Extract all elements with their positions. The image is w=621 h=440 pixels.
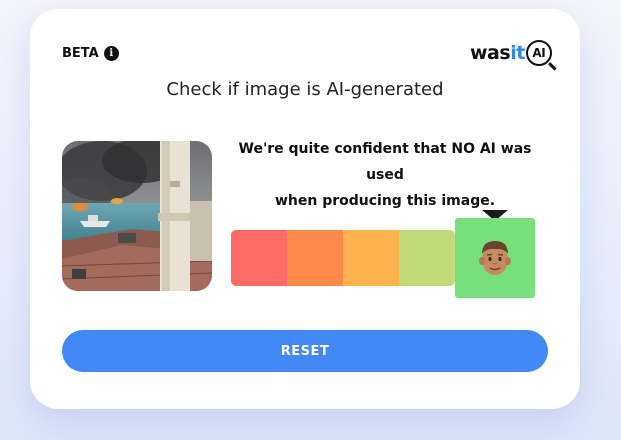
uploaded-image-thumbnail (62, 141, 212, 291)
info-icon[interactable]: i (103, 46, 119, 61)
verdict-line-1: We're quite confident that NO AI was use… (238, 141, 532, 183)
logo-ai-magnifier: AI (525, 40, 552, 66)
verdict-text: We're quite confident that NO AI was use… (220, 136, 550, 214)
logo-text-was: was (470, 42, 511, 64)
meter-segment-4 (399, 230, 455, 286)
page-title: Check if image is AI-generated (166, 79, 444, 100)
logo-text-it: it (510, 42, 525, 64)
meter-segment-2 (287, 230, 343, 286)
meter-selected-segment (455, 218, 535, 298)
confidence-meter (231, 230, 455, 286)
meter-segment-1 (231, 230, 287, 286)
beta-label: BETA (62, 46, 99, 61)
meter-segment-3 (343, 230, 399, 286)
result-card: BETA i was it AI Check if image is AI-gene… (30, 9, 580, 409)
reset-button[interactable]: RESET (62, 330, 548, 372)
man-emoji-icon (479, 241, 511, 275)
beta-badge: BETA i (62, 46, 119, 61)
wasitai-logo[interactable]: was it AI (470, 40, 552, 66)
